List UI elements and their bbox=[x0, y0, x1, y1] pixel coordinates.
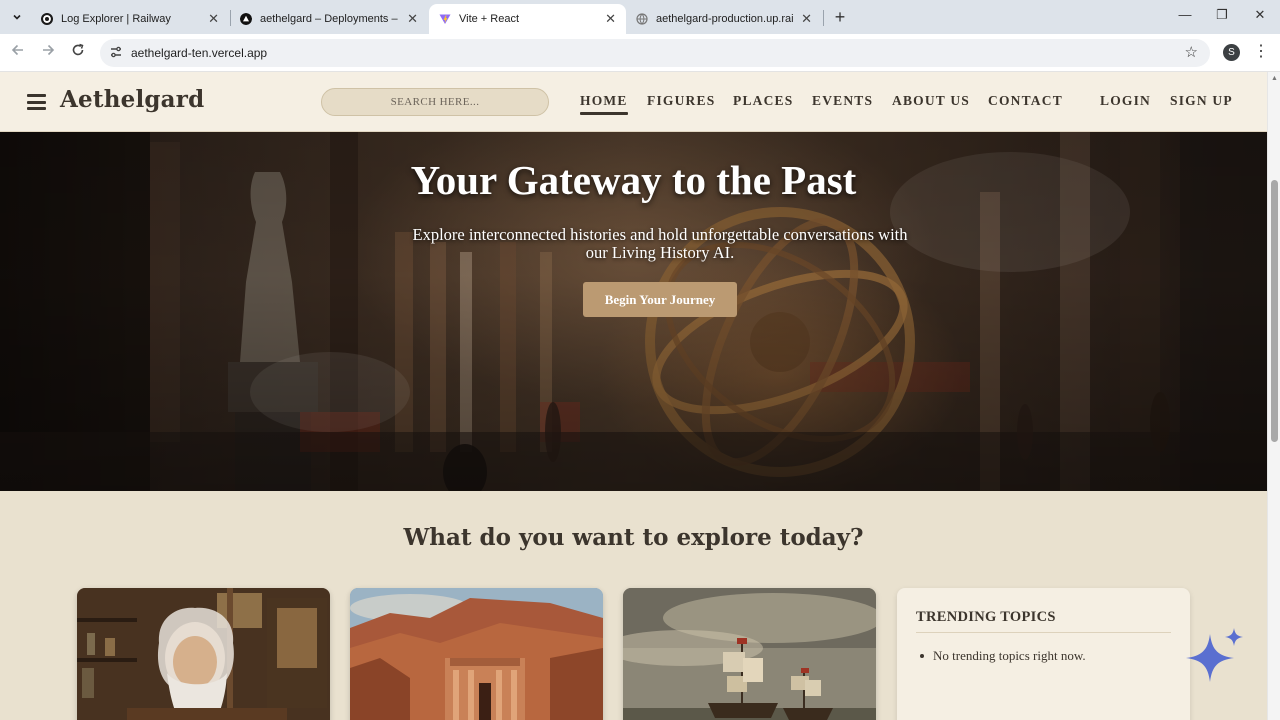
tab-title: Log Explorer | Railway bbox=[61, 13, 171, 25]
vercel-logo-icon bbox=[240, 13, 252, 25]
hero-title: Your Gateway to the Past bbox=[410, 157, 857, 203]
browser-tab-active[interactable]: Vite + React ✕ bbox=[429, 4, 626, 34]
browser-tab[interactable]: aethelgard-production.up.railway.app ✕ bbox=[626, 4, 822, 34]
hero-banner: Your Gateway to the Past Explore interco… bbox=[0, 132, 1267, 491]
nav-about-us[interactable]: ABOUT US bbox=[892, 93, 970, 109]
profile-avatar[interactable]: S bbox=[1223, 44, 1240, 61]
list-item: No trending topics right now. bbox=[920, 648, 1086, 663]
back-button[interactable] bbox=[8, 43, 28, 61]
globe-icon bbox=[636, 13, 648, 25]
browser-tab[interactable]: Log Explorer | Railway ✕ bbox=[31, 4, 229, 34]
close-icon[interactable]: ✕ bbox=[801, 11, 812, 27]
window-close-button[interactable]: ✕ bbox=[1250, 7, 1270, 23]
explore-card-events[interactable] bbox=[623, 588, 876, 720]
forward-button[interactable] bbox=[38, 43, 58, 61]
nav-places[interactable]: PLACES bbox=[733, 93, 793, 109]
trending-topics-panel: TRENDING TOPICS No trending topics right… bbox=[897, 588, 1190, 720]
new-tab-button[interactable]: + bbox=[830, 7, 850, 28]
divider bbox=[916, 632, 1171, 633]
sailing-ships-image bbox=[623, 588, 876, 720]
trending-heading: TRENDING TOPICS bbox=[916, 609, 1056, 625]
search-input[interactable]: SEARCH HERE... bbox=[321, 88, 549, 116]
arrow-left-icon bbox=[11, 44, 23, 56]
vite-logo-icon bbox=[439, 14, 451, 24]
browser-tab[interactable]: aethelgard – Deployments – Vercel ✕ bbox=[230, 4, 428, 34]
browser-menu-icon[interactable]: ⋮ bbox=[1253, 41, 1269, 61]
browser-tab-strip: Log Explorer | Railway ✕ aethelgard – De… bbox=[0, 0, 1280, 34]
url-text: aethelgard-ten.vercel.app bbox=[131, 46, 268, 60]
page-viewport: Aethelgard SEARCH HERE... HOME FIGURES P… bbox=[0, 72, 1267, 720]
railway-logo-icon bbox=[41, 13, 53, 25]
nav-events[interactable]: EVENTS bbox=[812, 93, 873, 109]
close-icon[interactable]: ✕ bbox=[208, 11, 219, 27]
hero-subtitle: Explore interconnected histories and hol… bbox=[412, 225, 908, 262]
site-logo[interactable]: Aethelgard bbox=[60, 86, 204, 113]
restore-button[interactable]: ❐ bbox=[1212, 7, 1232, 23]
star-icon[interactable]: ☆ bbox=[1185, 43, 1198, 61]
page-scrollbar[interactable]: ▲ bbox=[1267, 72, 1280, 720]
nav-contact[interactable]: CONTACT bbox=[988, 93, 1063, 109]
signup-link[interactable]: SIGN UP bbox=[1170, 93, 1233, 109]
nav-home[interactable]: HOME bbox=[580, 93, 628, 115]
site-header: Aethelgard SEARCH HERE... HOME FIGURES P… bbox=[0, 72, 1267, 132]
rock-temple-image bbox=[350, 588, 603, 720]
tab-divider bbox=[823, 10, 824, 26]
reload-button[interactable] bbox=[68, 43, 88, 61]
address-bar[interactable]: aethelgard-ten.vercel.app ☆ bbox=[100, 39, 1210, 67]
close-icon[interactable]: ✕ bbox=[407, 11, 418, 27]
minimize-button[interactable]: — bbox=[1175, 7, 1195, 22]
explore-card-figures[interactable] bbox=[77, 588, 330, 720]
tab-title: Vite + React bbox=[459, 13, 520, 25]
scroll-up-arrow-icon[interactable]: ▲ bbox=[1271, 75, 1278, 82]
explore-card-places[interactable] bbox=[350, 588, 603, 720]
scrollbar-thumb[interactable] bbox=[1271, 180, 1278, 442]
tab-title: aethelgard – Deployments – Vercel bbox=[260, 13, 399, 25]
sparkle-icon[interactable] bbox=[1186, 628, 1246, 682]
browser-toolbar: aethelgard-ten.vercel.app ☆ bbox=[0, 34, 1280, 72]
reload-icon bbox=[72, 43, 84, 56]
tab-search-button[interactable] bbox=[7, 7, 27, 27]
close-icon[interactable]: ✕ bbox=[605, 11, 616, 27]
tab-title: aethelgard-production.up.railway.app bbox=[656, 13, 793, 25]
site-settings-icon[interactable] bbox=[109, 45, 123, 59]
explore-heading: What do you want to explore today? bbox=[403, 524, 864, 551]
scholar-portrait-image bbox=[77, 588, 330, 720]
begin-journey-button[interactable]: Begin Your Journey bbox=[583, 282, 737, 317]
arrow-right-icon bbox=[43, 44, 55, 56]
login-link[interactable]: LOGIN bbox=[1100, 93, 1151, 109]
menu-icon[interactable] bbox=[27, 94, 46, 110]
nav-figures[interactable]: FIGURES bbox=[647, 93, 715, 109]
chevron-down-icon bbox=[13, 14, 21, 20]
